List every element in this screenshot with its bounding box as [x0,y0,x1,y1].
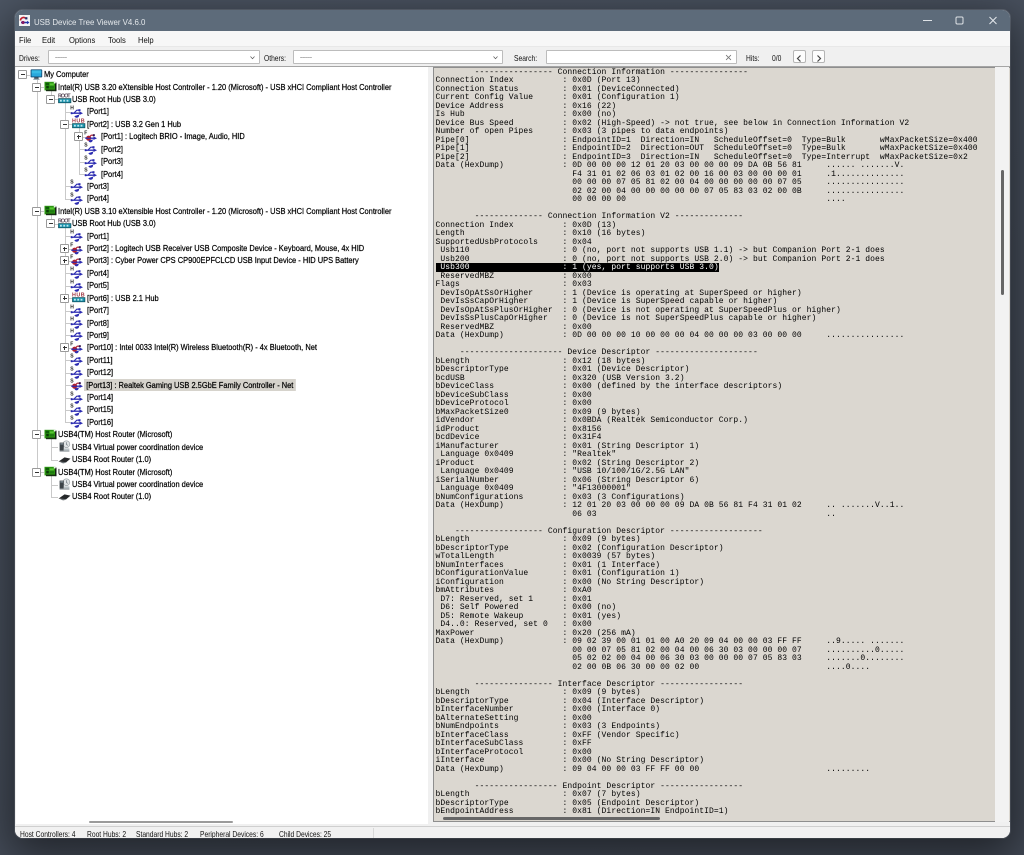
svg-text:H: H [71,105,75,111]
svg-text:S: S [85,155,89,161]
svg-text:S: S [71,192,75,198]
svg-text:F: F [71,242,74,248]
svg-text:F: F [71,254,74,260]
svg-text:S: S [71,180,75,186]
svg-text:H: H [71,304,75,310]
svg-text:S: S [71,391,75,397]
svg-text:H: H [71,267,75,273]
svg-text:S: S [71,354,75,360]
svg-text:H: H [71,329,75,335]
svg-text:H: H [71,317,75,323]
svg-text:S: S [71,403,75,409]
svg-text:S: S [71,416,75,422]
svg-text:S: S [71,379,75,385]
svg-text:F: F [85,130,88,136]
svg-text:S: S [85,143,89,149]
svg-text:H: H [71,230,75,236]
svg-text:S: S [71,366,75,372]
svg-text:F: F [71,341,74,347]
svg-text:H: H [71,279,75,285]
svg-text:S: S [85,168,89,174]
